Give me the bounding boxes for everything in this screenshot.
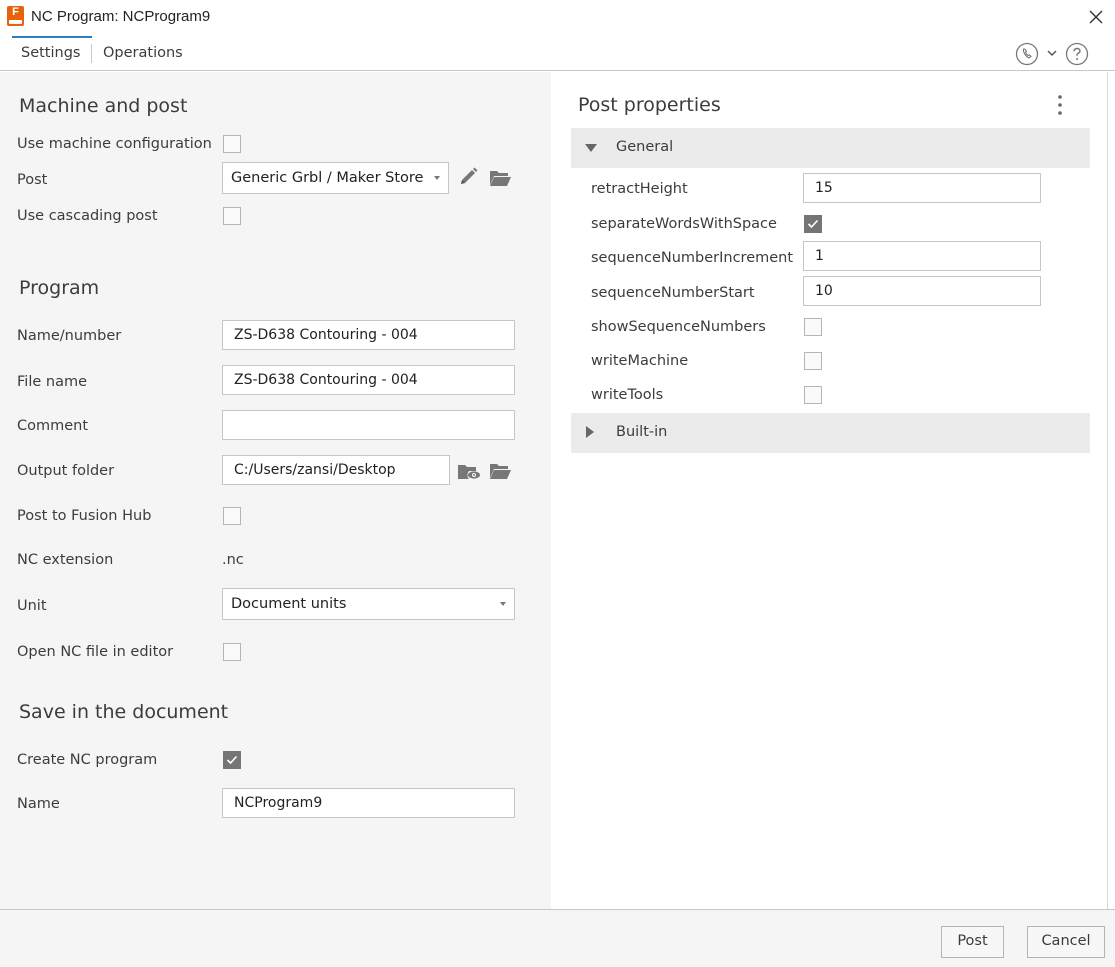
unit-label: Unit xyxy=(17,598,47,614)
file-name-label: File name xyxy=(17,374,87,390)
open-output-folder-icon[interactable] xyxy=(488,460,512,482)
post-properties-panel: Post properties General retractHeight 15… xyxy=(551,72,1107,909)
comment-label: Comment xyxy=(17,418,89,434)
section-title-save-in-document: Save in the document xyxy=(19,701,229,723)
group-header-built-in[interactable]: Built-in xyxy=(571,413,1090,453)
expand-triangle-down-icon xyxy=(585,144,597,152)
use-cascading-post-label: Use cascading post xyxy=(17,208,158,224)
checkmark-icon xyxy=(226,755,238,765)
group-header-general[interactable]: General xyxy=(571,128,1090,168)
prop-label-write-machine: writeMachine xyxy=(591,353,689,369)
post-to-fusion-hub-checkbox[interactable] xyxy=(223,507,241,525)
more-options-icon[interactable] xyxy=(1056,94,1064,116)
use-machine-configuration-checkbox[interactable] xyxy=(223,135,241,153)
open-nc-file-in-editor-checkbox[interactable] xyxy=(223,643,241,661)
phone-icon[interactable] xyxy=(1015,42,1039,66)
prop-label-separate-words-with-space: separateWordsWithSpace xyxy=(591,216,777,232)
post-label: Post xyxy=(17,172,48,188)
close-icon[interactable] xyxy=(1085,6,1107,28)
prop-input-retract-height[interactable]: 15 xyxy=(803,173,1041,203)
group-label-general: General xyxy=(616,139,674,155)
edit-post-pencil-icon[interactable] xyxy=(457,166,481,188)
use-cascading-post-checkbox[interactable] xyxy=(223,207,241,225)
expand-triangle-right-icon xyxy=(586,426,594,438)
section-title-program: Program xyxy=(19,277,100,299)
prop-label-sequence-number-start: sequenceNumberStart xyxy=(591,285,755,301)
window-title: NC Program: NCProgram9 xyxy=(31,8,211,25)
post-button[interactable]: Post xyxy=(941,926,1004,958)
create-nc-program-label: Create NC program xyxy=(17,752,158,768)
prop-checkbox-separate-words-with-space[interactable] xyxy=(804,215,822,233)
prop-checkbox-write-tools[interactable] xyxy=(804,386,822,404)
title-bar: F NC Program: NCProgram9 xyxy=(0,0,1115,36)
dropdown-arrow-icon xyxy=(434,176,440,180)
prop-label-write-tools: writeTools xyxy=(591,387,664,403)
comment-input[interactable] xyxy=(222,410,515,440)
prop-checkbox-write-machine[interactable] xyxy=(804,352,822,370)
group-label-built-in: Built-in xyxy=(616,424,668,440)
file-name-input[interactable]: ZS-D638 Contouring - 004 xyxy=(222,365,515,395)
checkmark-icon xyxy=(807,219,819,229)
settings-panel: Machine and post Use machine configurati… xyxy=(0,72,551,909)
tab-bar: Settings Operations xyxy=(0,36,1115,71)
fusion-app-icon: F xyxy=(7,6,24,26)
nc-extension-value: .nc xyxy=(222,552,244,568)
output-folder-label: Output folder xyxy=(17,463,115,479)
prop-label-sequence-number-increment: sequenceNumberIncrement xyxy=(591,250,794,266)
use-machine-configuration-label: Use machine configuration xyxy=(17,136,212,152)
output-folder-input[interactable]: C:/Users/zansi/Desktop xyxy=(222,455,450,485)
create-nc-program-checkbox[interactable] xyxy=(223,751,241,769)
unit-select[interactable]: Document units xyxy=(222,588,515,620)
panel-edge xyxy=(1107,72,1115,909)
help-icon[interactable] xyxy=(1065,42,1089,66)
prop-checkbox-show-sequence-numbers[interactable] xyxy=(804,318,822,336)
tab-settings[interactable]: Settings xyxy=(21,43,80,65)
active-tab-indicator xyxy=(12,36,92,38)
post-select-value: Generic Grbl / Maker Store xyxy=(231,170,424,186)
document-name-label: Name xyxy=(17,796,60,812)
post-to-fusion-hub-label: Post to Fusion Hub xyxy=(17,508,152,524)
name-number-label: Name/number xyxy=(17,328,122,344)
section-title-machine-and-post: Machine and post xyxy=(19,95,188,117)
name-number-input[interactable]: ZS-D638 Contouring - 004 xyxy=(222,320,515,350)
prop-label-retract-height: retractHeight xyxy=(591,181,688,197)
prop-label-show-sequence-numbers: showSequenceNumbers xyxy=(591,319,766,335)
post-select[interactable]: Generic Grbl / Maker Store xyxy=(222,162,449,194)
post-properties-title: Post properties xyxy=(578,94,721,116)
tab-operations[interactable]: Operations xyxy=(103,43,183,65)
prop-input-sequence-number-start[interactable]: 10 xyxy=(803,276,1041,306)
prop-input-sequence-number-increment[interactable]: 1 xyxy=(803,241,1041,271)
open-post-folder-icon[interactable] xyxy=(488,167,512,189)
open-nc-file-in-editor-label: Open NC file in editor xyxy=(17,644,174,660)
nc-extension-label: NC extension xyxy=(17,552,114,568)
unit-select-value: Document units xyxy=(231,596,347,612)
browse-folder-view-icon[interactable] xyxy=(457,460,481,482)
cancel-button[interactable]: Cancel xyxy=(1027,926,1105,958)
dialog-footer: Post Cancel xyxy=(0,909,1115,967)
dropdown-arrow-icon xyxy=(500,602,506,606)
chevron-down-icon[interactable] xyxy=(1046,48,1058,58)
document-name-input[interactable]: NCProgram9 xyxy=(222,788,515,818)
tab-divider xyxy=(91,44,92,63)
